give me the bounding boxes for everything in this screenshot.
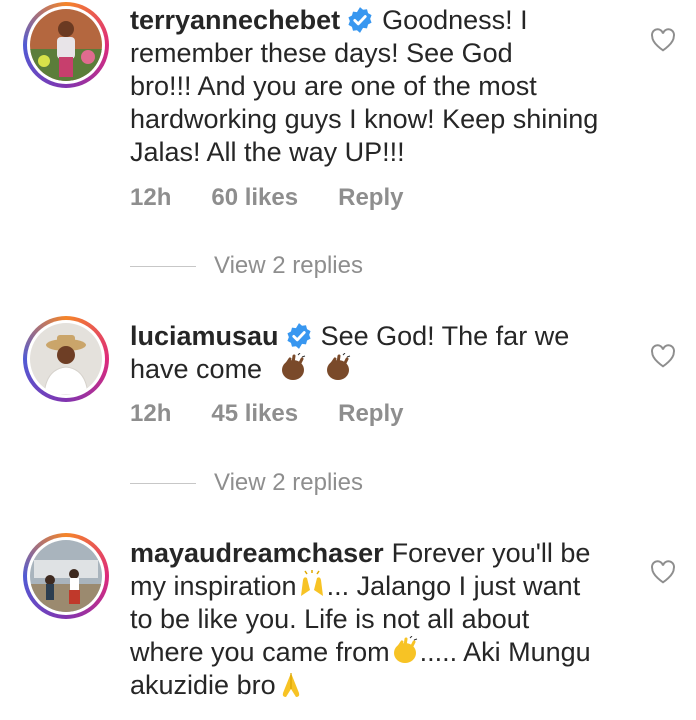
- verified-badge-icon: [287, 323, 311, 349]
- reply-button[interactable]: Reply: [338, 400, 403, 428]
- comment-username[interactable]: terryannechebet: [130, 5, 340, 35]
- comment-meta: 12h 60 likes Reply: [130, 184, 443, 212]
- comment-text: luciamusau See God! The far we have come: [130, 320, 630, 386]
- verified-badge-icon: [348, 7, 372, 33]
- heart-outline-icon[interactable]: [650, 560, 676, 584]
- comment-text: terryannechebet Goodness! I remember thes…: [130, 4, 630, 169]
- comment-time: 12h: [130, 184, 172, 211]
- comment-text: mayaudreamchaser Forever you'll be my ins…: [130, 537, 630, 702]
- avatar-photo-icon: [30, 9, 102, 81]
- comment-line: have come: [130, 354, 263, 384]
- avatar[interactable]: [23, 2, 109, 88]
- folded-hands-emoji: [282, 673, 299, 697]
- comment-line: hardworking guys I know! Keep shining: [130, 104, 599, 134]
- comment-line: where you came from: [130, 637, 390, 667]
- comment-line: akuzidie bro: [130, 670, 276, 700]
- comment-time: 12h: [130, 400, 172, 427]
- comment-line: ..... Aki Mungu: [419, 637, 591, 667]
- avatar-photo-icon: [30, 540, 102, 612]
- comment-username[interactable]: luciamusau: [130, 321, 279, 351]
- clapping-hands-emoji: [393, 636, 417, 663]
- comment-line: See God! The far we: [320, 321, 570, 351]
- view-replies-button[interactable]: View 2 replies: [130, 252, 363, 280]
- heart-outline-icon[interactable]: [650, 344, 676, 368]
- comment-line: bro!!! And you are one of the most: [130, 71, 537, 101]
- comment-line: Jalas! All the way UP!!!: [130, 137, 405, 167]
- view-replies-button[interactable]: View 2 replies: [130, 469, 363, 497]
- clapping-hands-emoji: [281, 353, 305, 380]
- avatar[interactable]: [23, 316, 109, 402]
- heart-outline-icon[interactable]: [650, 28, 676, 52]
- comment-line: to be like you. Life is not all about: [130, 604, 530, 634]
- comment-line: ... Jalango I just want: [326, 571, 581, 601]
- comment-line: Forever you'll be: [391, 538, 591, 568]
- reply-button[interactable]: Reply: [338, 184, 403, 212]
- view-replies-label[interactable]: View 2 replies: [214, 252, 363, 280]
- comment-likes[interactable]: 45 likes: [211, 400, 298, 428]
- clapping-hands-emoji: [327, 353, 351, 380]
- comment-meta: 12h 45 likes Reply: [130, 400, 443, 428]
- raised-hands-emoji: [300, 570, 323, 596]
- comment-username[interactable]: mayaudreamchaser: [130, 538, 384, 568]
- divider: [130, 265, 196, 267]
- avatar-photo-icon: [30, 323, 102, 395]
- divider: [130, 482, 196, 484]
- comment-likes[interactable]: 60 likes: [211, 184, 298, 212]
- comment-line: Goodness! I: [382, 5, 528, 35]
- comment-line: remember these days! See God: [130, 38, 513, 68]
- view-replies-label[interactable]: View 2 replies: [214, 469, 363, 497]
- avatar[interactable]: [23, 533, 109, 619]
- comment-line: my inspiration: [130, 571, 297, 601]
